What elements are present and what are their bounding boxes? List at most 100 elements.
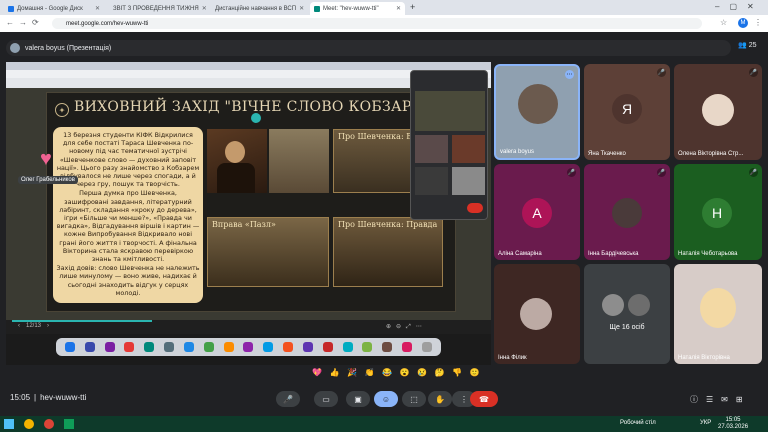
meet-control-bar: 15:05 | hev-wuww-tti 🎤 ▭ ▣ ☺ ⬚ ✋ ⋮ ☎ ⓘ☰✉… <box>0 378 768 416</box>
shared-screen: ✦ ВИХОВНИЙ ЗАХІД "ВІЧНЕ СЛОВО КОБЗАРЯ" 1… <box>6 62 491 365</box>
photo-about-shevchenko-2: Про Шевченка: Правда <box>333 217 443 287</box>
leave-call-button[interactable]: ☎ <box>470 391 498 407</box>
heart-reaction-icon: ♥ <box>40 148 52 170</box>
more-participants-tile[interactable]: Ще 16 осіб <box>584 264 670 364</box>
village-painting-image <box>269 129 329 193</box>
prev-slide-icon[interactable]: ‹ <box>18 323 20 329</box>
participant-name: Наталія Чеботарьова <box>678 251 738 257</box>
people-icon: 👥 <box>738 42 747 49</box>
slide-tools-icons[interactable]: ⊕⊖⤢⋯ <box>386 323 427 331</box>
mic-off-icon: 🎤 <box>657 168 666 177</box>
reactions-button[interactable]: ☺ <box>374 391 398 407</box>
tab-label: ЗВІТ З ПРОВЕДЕННЯ ТИЖНЯ <box>113 5 199 12</box>
participant-tile[interactable]: Наталія Вікторівна <box>674 264 762 364</box>
dock-app-icon <box>124 342 135 352</box>
dock-app-icon <box>64 342 75 352</box>
start-icon[interactable] <box>4 419 14 429</box>
present-button[interactable]: ⬚ <box>402 391 426 407</box>
popup-end-call-button[interactable] <box>467 203 483 213</box>
more-options-icon[interactable]: ⋯ <box>565 70 574 79</box>
dock-app-icon <box>382 342 393 352</box>
photo-label: Вправа «Пазл» <box>212 220 276 229</box>
participant-avatar <box>628 294 650 316</box>
participant-avatar: Н <box>702 198 732 228</box>
nav-buttons[interactable]: ←→⟳ <box>6 18 44 27</box>
input-language[interactable]: УКР <box>700 420 711 426</box>
captions-button[interactable]: ▣ <box>346 391 370 407</box>
dock-app-icon <box>243 342 254 352</box>
close-icon[interactable]: ✕ <box>396 5 401 12</box>
popup-video <box>415 135 448 163</box>
desktop-label: Робочий стіл <box>620 420 656 426</box>
participant-tile[interactable]: 🎤 Олена Вікторівна Стр... <box>674 64 762 160</box>
participant-name: valera boyus <box>500 149 535 155</box>
dock-app-icon <box>203 342 214 352</box>
clock-time: 15:05 <box>725 417 741 423</box>
slide-title: ВИХОВНИЙ ЗАХІД "ВІЧНЕ СЛОВО КОБЗАРЯ" <box>74 99 430 115</box>
raise-hand-button[interactable]: ✋ <box>428 391 452 407</box>
more-participants-label: Ще 16 осіб <box>609 324 645 331</box>
close-icon[interactable]: ✕ <box>95 5 100 12</box>
participants-count[interactable]: 👥 25 <box>738 41 757 50</box>
slide-progress-bar <box>12 320 152 322</box>
presentation-header: valera boyus (Презентація) <box>6 40 731 56</box>
new-tab-button[interactable]: + <box>410 2 415 12</box>
dock-app-icon <box>104 342 115 352</box>
tab-google-drive[interactable]: Домашня - Google Диск ✕ <box>4 2 104 15</box>
next-slide-icon[interactable]: › <box>47 323 49 329</box>
dock-app-icon <box>401 342 412 352</box>
taskbar-app-icon[interactable] <box>64 419 74 429</box>
participant-video-face <box>518 84 558 124</box>
meet-icon <box>314 5 320 12</box>
participant-name: Інна Філик <box>498 355 527 361</box>
participant-name: Інна Бардічевська <box>588 251 639 257</box>
mic-toggle-button[interactable]: 🎤 <box>276 391 300 407</box>
participant-tile[interactable]: 🎤 Інна Бардічевська <box>584 164 670 260</box>
slide-paragraph: Перша думка про Шевченка, зашифровані за… <box>56 189 200 264</box>
shevchenko-portrait-image <box>207 129 267 193</box>
participant-video-face <box>700 288 736 328</box>
clock-date: 27.03.2026 <box>718 424 749 430</box>
mic-off-icon: 🎤 <box>567 168 576 177</box>
shared-meet-popup <box>410 70 488 220</box>
dock-app-icon <box>342 342 353 352</box>
presenter-avatar <box>10 43 20 53</box>
slide-paragraph: Захід довів: слово Шевченка не належить … <box>56 264 200 297</box>
participant-tile[interactable]: А 🎤 Аліна Самаріна <box>494 164 580 260</box>
participant-name: Аліна Самаріна <box>498 251 542 257</box>
shared-dock <box>56 338 441 356</box>
popup-video <box>452 135 485 163</box>
participant-tile[interactable]: Н 🎤 Наталія Чеботарьова <box>674 164 762 260</box>
side-panel-buttons[interactable]: ⓘ☰✉⊞ <box>690 394 751 405</box>
reaction-sender-name: Олег Грабельников <box>18 176 78 184</box>
taskbar-clock[interactable]: 15:05 27.03.2026 <box>718 417 748 431</box>
meeting-code: hev-wuww-tti <box>40 393 87 402</box>
slide-pager[interactable]: ‹ 12/13 › <box>18 323 49 329</box>
close-icon[interactable]: ✕ <box>202 5 206 12</box>
tab-meet[interactable]: Meet: "hev-wuww-tti" ✕ <box>310 2 405 15</box>
dock-app-icon <box>302 342 313 352</box>
menu-dots-icon[interactable]: ⋮ <box>754 18 762 27</box>
url-input[interactable]: meet.google.com/hev-wuww-tti <box>52 18 702 29</box>
dock-app-icon <box>183 342 194 352</box>
participant-tile[interactable]: ⋯ valera boyus <box>494 64 580 160</box>
close-icon[interactable]: ✕ <box>299 5 304 12</box>
photo-label: Про Шевченка: Правда <box>338 220 438 229</box>
participant-tile[interactable]: Інна Філик <box>494 264 580 364</box>
dock-app-icon <box>322 342 333 352</box>
bookmark-star-icon[interactable]: ☆ <box>720 18 727 27</box>
camera-toggle-button[interactable]: ▭ <box>314 391 338 407</box>
window-controls[interactable]: –▢✕ <box>715 2 764 11</box>
participant-tile[interactable]: Я 🎤 Яна Ткаченко <box>584 64 670 160</box>
participant-name: Наталія Вікторівна <box>678 355 730 361</box>
profile-avatar[interactable]: М <box>738 18 748 28</box>
tab-distance-learning[interactable]: Дистанційне навчання в ВСП ✕ <box>208 2 308 15</box>
tab-report[interactable]: ЗВІТ З ПРОВЕДЕННЯ ТИЖНЯ ✕ <box>106 2 206 15</box>
meeting-info: 15:05 | hev-wuww-tti <box>10 393 86 402</box>
participant-avatar: Я <box>612 94 642 124</box>
dock-app-icon <box>84 342 95 352</box>
popup-video <box>415 91 485 131</box>
chrome-icon[interactable] <box>44 419 54 429</box>
dock-app-icon <box>164 342 175 352</box>
taskbar-app-icon[interactable] <box>24 419 34 429</box>
